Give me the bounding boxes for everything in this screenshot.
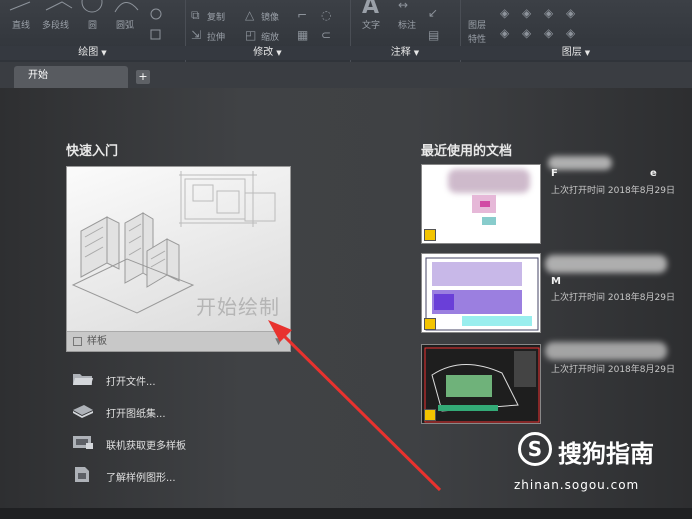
layer-tool-icon: ◈ [500, 26, 510, 40]
template-label: 样板 [87, 336, 107, 347]
layer-tool-icon: ◈ [544, 6, 554, 20]
text-tool[interactable]: 文字 [362, 18, 380, 31]
ribbon-group-modify-label[interactable]: 修改 ▼ [185, 46, 350, 60]
layer-props-tool-line2: 特性 [468, 35, 487, 45]
offset-icon: ◌ [321, 8, 332, 22]
chevron-down-icon: ▼ [413, 49, 420, 57]
text-icon: A [362, 0, 380, 19]
dimension-tool[interactable]: 标注 [398, 18, 416, 31]
layer-tool-icon: ◈ [522, 6, 532, 20]
recent-doc-date: 上次打开时间 2018年8月29日 [551, 186, 675, 196]
mirror-icon: △ [245, 8, 255, 22]
template-dropdown[interactable]: 样板 ▼ [67, 331, 290, 351]
blurred-title [545, 342, 667, 360]
dwg-file-icon [424, 229, 436, 241]
template-icon [73, 337, 82, 346]
document-tab-bar: 开始 + [0, 62, 692, 89]
leader-icon: ↙ [428, 6, 439, 20]
online-template-icon [73, 436, 93, 449]
watermark-brand: 搜狗指南 [558, 440, 654, 468]
recent-doc-title[interactable]: F [551, 168, 558, 179]
ribbon: 直线 多段线 圆 圆弧 绘图 ▼ 复制 镜像 拉伸 缩放 ⧉ △ ⇲ ◰ ⌐ ◌ … [0, 0, 692, 63]
stretch-tool[interactable]: 拉伸 [207, 30, 225, 43]
recent-doc-title[interactable]: M [551, 276, 561, 287]
ribbon-group-draw-label[interactable]: 绘图 ▼ [0, 46, 185, 60]
sheetset-icon [73, 405, 93, 418]
scale-icon: ◰ [245, 28, 257, 42]
layer-props-tool[interactable]: 图层 [468, 18, 486, 31]
layer-tool-icon: ◈ [544, 26, 554, 40]
sogou-logo-icon: S [518, 432, 552, 466]
recent-doc-date: 上次打开时间 2018年8月29日 [551, 293, 675, 303]
open-file-label: 打开文件... [106, 377, 156, 388]
watermark-url: zhinan.sogou.com [514, 478, 640, 492]
draw-tool-icons [9, 0, 162, 40]
quick-start-heading: 快速入门 [66, 144, 119, 159]
chevron-down-icon: ▼ [276, 49, 282, 57]
open-sheet-set-label: 打开图纸集... [106, 409, 166, 420]
ribbon-group-modify: 复制 镜像 拉伸 缩放 ⧉ △ ⇲ ◰ ⌐ ◌ ▦ ⊂ 修改 ▼ [185, 0, 351, 62]
bottom-status-bar [0, 508, 692, 519]
array-icon: ▦ [297, 28, 309, 42]
start-drawing-label: 开始绘制 [196, 295, 280, 319]
online-templates-label: 联机获取更多样板 [106, 441, 186, 452]
dwg-file-icon [424, 409, 436, 421]
chevron-down-icon: ▼ [584, 49, 591, 57]
chevron-down-icon: ▼ [275, 337, 282, 347]
drawing-preview [425, 257, 539, 331]
fillet-icon: ⌐ [297, 8, 308, 22]
ribbon-group-layers-label[interactable]: 图层 ▼ [460, 46, 692, 60]
scale-tool[interactable]: 缩放 [261, 30, 279, 43]
tab-start[interactable]: 开始 [14, 66, 128, 88]
chevron-down-icon: ▼ [101, 49, 107, 57]
recent-doc-thumbnail[interactable] [421, 344, 541, 424]
sample-drawings-label: 了解样例图形... [106, 473, 176, 484]
layer-tool-icon: ◈ [522, 26, 532, 40]
layer-tool-icon: ◈ [566, 26, 576, 40]
explode-icon: ⊂ [321, 28, 332, 42]
ribbon-group-draw: 直线 多段线 圆 圆弧 绘图 ▼ [0, 0, 186, 62]
recent-doc-title-tail: e [650, 168, 657, 179]
recent-doc-date: 上次打开时间 2018年8月29日 [551, 365, 675, 375]
ribbon-group-layers: 图层 特性 ◈ ◈ ◈ ◈ ◈ ◈ ◈ ◈ 图层 ▼ [460, 0, 692, 62]
recent-doc-thumbnail[interactable] [421, 253, 541, 333]
layer-tool-icon: ◈ [500, 6, 510, 20]
sample-drawing-icon [75, 467, 89, 482]
blurred-title [545, 255, 667, 273]
drawing-preview [472, 195, 496, 225]
table-icon: ▤ [428, 28, 440, 42]
stretch-icon: ⇲ [191, 28, 202, 42]
ribbon-group-annotation: A 文字 ↔ 标注 ↙ ▤ 注释 ▼ [350, 0, 461, 62]
start-drawing-card[interactable]: 开始绘制 样板 ▼ [66, 166, 291, 352]
recent-documents-heading: 最近使用的文档 [421, 144, 513, 159]
drawing-preview [424, 347, 540, 423]
dimension-icon: ↔ [398, 0, 409, 12]
folder-icon [73, 374, 93, 385]
copy-tool[interactable]: 复制 [207, 10, 225, 23]
copy-icon: ⧉ [191, 8, 200, 22]
mirror-tool[interactable]: 镜像 [261, 10, 279, 23]
ribbon-group-annotation-label[interactable]: 注释 ▼ [350, 46, 460, 60]
recent-doc-thumbnail[interactable] [421, 164, 541, 244]
new-tab-button[interactable]: + [136, 70, 150, 84]
dwg-file-icon [424, 318, 436, 330]
layer-tool-icon: ◈ [566, 6, 576, 20]
